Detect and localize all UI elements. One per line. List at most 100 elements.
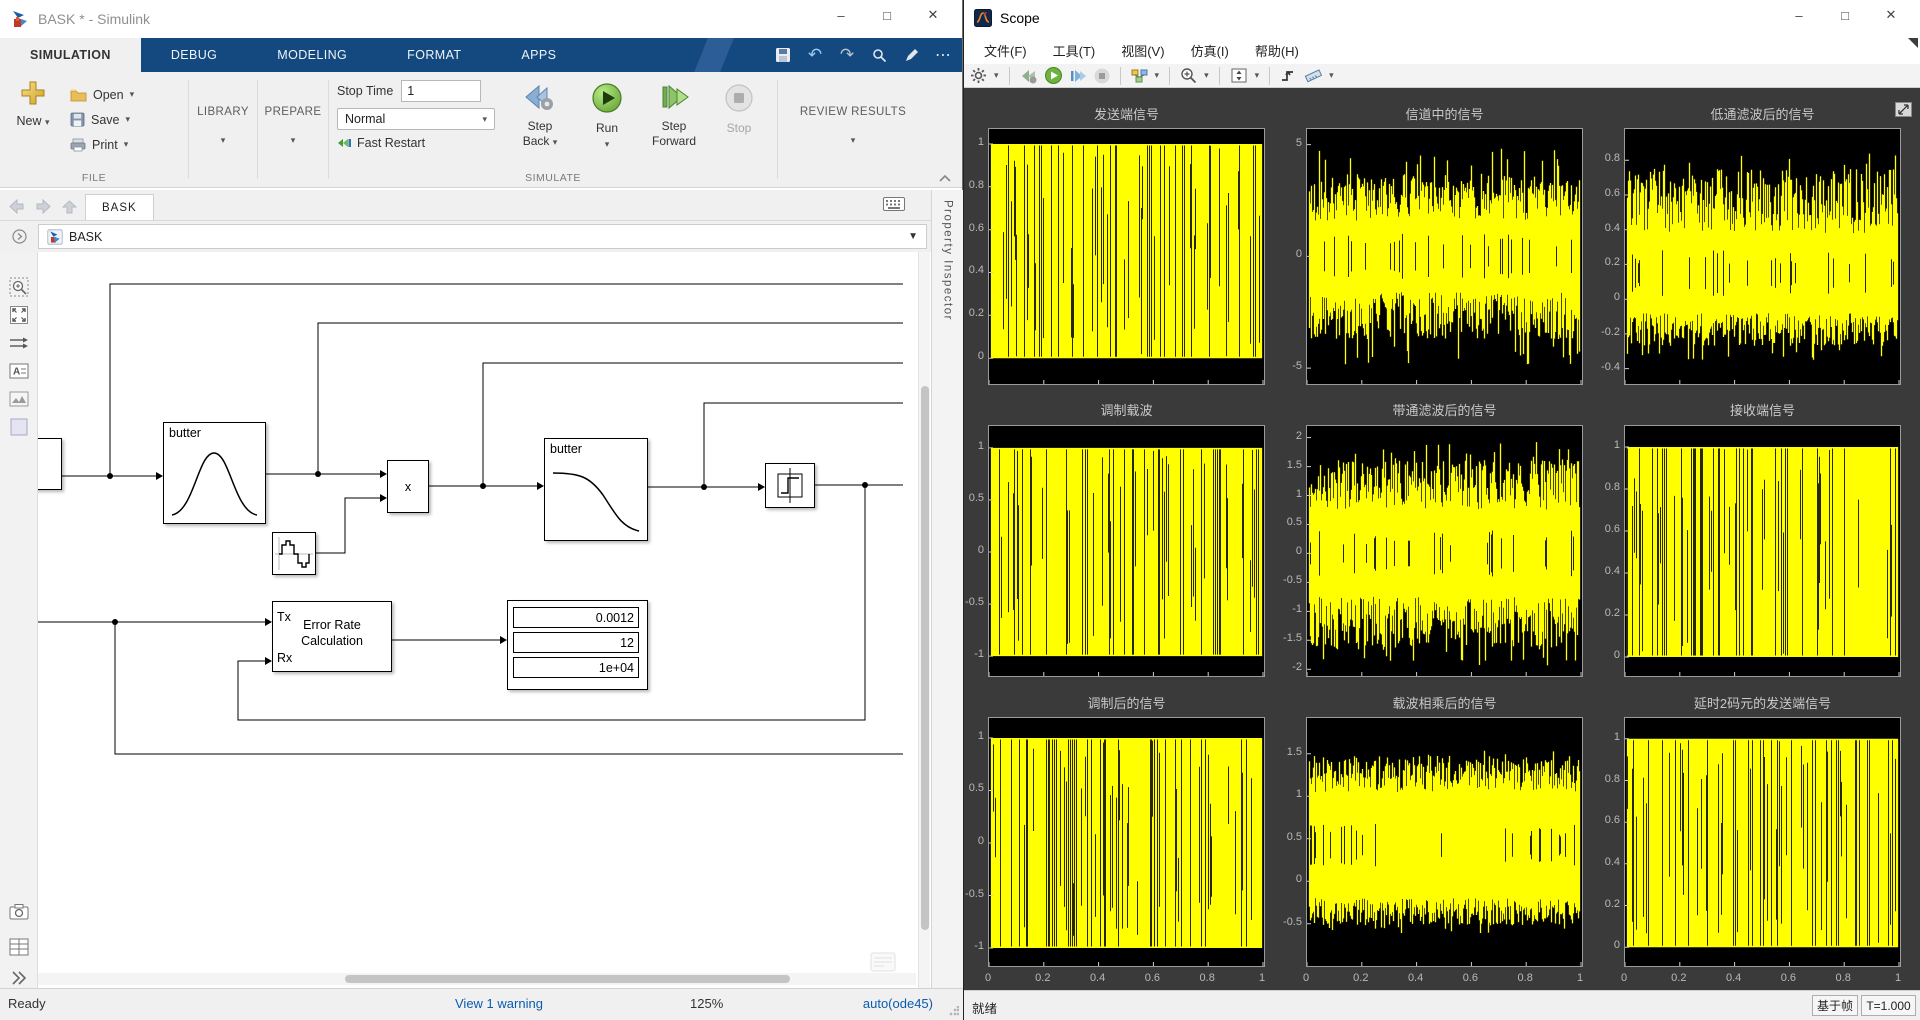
status-solver-link[interactable]: auto(ode45): [863, 996, 933, 1011]
settings-gear-icon[interactable]: [970, 67, 987, 85]
plot-axes[interactable]: [988, 128, 1265, 385]
maximize-button[interactable]: □: [864, 0, 910, 30]
plot-axes[interactable]: [1306, 425, 1583, 677]
chevron-down-icon[interactable]: ▾: [1255, 70, 1260, 81]
image-icon[interactable]: [9, 389, 29, 409]
undo-icon[interactable]: ↶: [806, 45, 824, 64]
screenshot-icon[interactable]: [9, 902, 29, 922]
nav-up-icon[interactable]: [62, 199, 77, 214]
canvas-vertical-scrollbar[interactable]: [918, 252, 930, 988]
new-button[interactable]: New ▾: [6, 80, 60, 128]
model-canvas[interactable]: butter x butter Tx Rx Error Rate Calcula…: [38, 252, 931, 988]
menu-simulation[interactable]: 仿真(I): [1179, 38, 1241, 63]
plot-axes[interactable]: [988, 425, 1265, 677]
chevron-down-icon[interactable]: ▾: [1204, 70, 1209, 81]
display-block[interactable]: 0.0012 12 1e+04: [507, 600, 648, 690]
expand-palette-icon[interactable]: [9, 968, 29, 988]
breadcrumb[interactable]: BASK ▼: [38, 224, 927, 249]
chevron-down-icon[interactable]: ▾: [1155, 70, 1160, 81]
library-label: LIBRARY: [197, 106, 249, 118]
tab-modeling[interactable]: MODELING: [247, 38, 377, 72]
plot-axes[interactable]: [1306, 128, 1583, 385]
resize-grip[interactable]: [949, 1006, 959, 1016]
fast-restart-toggle[interactable]: Fast Restart: [337, 136, 495, 150]
zoom-in-icon[interactable]: [1180, 67, 1197, 85]
menu-file[interactable]: 文件(F): [972, 38, 1039, 63]
trigger-icon[interactable]: [1280, 67, 1297, 85]
scope-step-back-icon[interactable]: [1020, 67, 1038, 85]
tab-simulation[interactable]: SIMULATION: [0, 38, 141, 72]
model-browser-toggle-icon[interactable]: [0, 229, 38, 244]
menu-view[interactable]: 视图(V): [1109, 38, 1176, 63]
annotation-icon[interactable]: A: [9, 361, 29, 381]
annotation-pen-icon[interactable]: [902, 46, 920, 64]
data-table-icon[interactable]: [9, 937, 29, 957]
lowpass-filter-block[interactable]: butter: [544, 438, 648, 541]
product-block[interactable]: x: [387, 460, 429, 513]
plot-axes[interactable]: [1624, 425, 1901, 677]
search-icon[interactable]: [870, 46, 888, 64]
scope-run-icon[interactable]: [1044, 67, 1062, 85]
document-tab-bask[interactable]: BASK: [85, 194, 154, 220]
run-button[interactable]: Run ▾: [583, 82, 631, 151]
redo-icon[interactable]: ↷: [838, 45, 856, 64]
chevron-down-icon[interactable]: ▾: [994, 70, 999, 81]
scope-step-forward-icon[interactable]: [1069, 67, 1087, 85]
plot-axes[interactable]: [988, 717, 1265, 967]
signal-lines-icon[interactable]: [9, 333, 29, 353]
zoom-region-icon[interactable]: [9, 277, 29, 297]
plot-axes[interactable]: [1306, 717, 1583, 967]
measurements-ruler-icon[interactable]: [1304, 67, 1323, 85]
fit-to-view-icon[interactable]: [9, 305, 29, 325]
breadcrumb-caret-icon[interactable]: ▼: [908, 231, 918, 242]
tab-format[interactable]: FORMAT: [377, 38, 491, 72]
autoscale-axes-icon[interactable]: [1230, 67, 1248, 85]
review-results-group[interactable]: REVIEW RESULTS ▾: [778, 72, 928, 187]
step-forward-button[interactable]: Step Forward: [643, 82, 705, 151]
area-box-icon[interactable]: [9, 417, 29, 437]
open-button[interactable]: Open ▾: [70, 82, 134, 107]
error-rate-calculation-block[interactable]: Tx Rx Error Rate Calculation: [272, 601, 392, 672]
y-tick-label: 0.4: [1604, 221, 1620, 234]
nav-forward-icon[interactable]: [35, 199, 52, 214]
tab-debug[interactable]: DEBUG: [141, 38, 247, 72]
maximize-button[interactable]: □: [1822, 0, 1868, 30]
close-button[interactable]: ✕: [910, 0, 956, 30]
plot-axes[interactable]: [1624, 717, 1901, 967]
bandpass-filter-block[interactable]: butter: [163, 422, 266, 524]
y-tick-label: -2: [1292, 661, 1302, 674]
relay-block[interactable]: [765, 463, 815, 508]
prepare-group[interactable]: PREPARE ▾: [258, 72, 328, 187]
simulink-titlebar: BASK * - Simulink – □ ✕: [0, 0, 962, 38]
menu-help[interactable]: 帮助(H): [1243, 38, 1311, 63]
close-button[interactable]: ✕: [1868, 0, 1914, 30]
save-button[interactable]: Save ▾: [70, 107, 134, 132]
nav-back-icon[interactable]: [8, 199, 25, 214]
tab-apps[interactable]: APPS: [491, 38, 586, 72]
plot-axes[interactable]: [1624, 128, 1901, 385]
step-back-button[interactable]: Step Back ▾: [509, 82, 571, 151]
status-warning-link[interactable]: View 1 warning: [455, 996, 543, 1011]
menu-tools[interactable]: 工具(T): [1041, 38, 1108, 63]
dock-arrow-icon[interactable]: [1908, 38, 1918, 48]
source-block-partial[interactable]: [38, 438, 62, 490]
print-button[interactable]: Print ▾: [70, 132, 134, 157]
ribbon-tab-bar: SIMULATION DEBUG MODELING FORMAT APPS ↶ …: [0, 38, 962, 72]
save-icon[interactable]: [774, 46, 792, 64]
y-tick-label: -1: [974, 648, 984, 661]
scope-stop-icon[interactable]: [1094, 67, 1110, 85]
minimize-button[interactable]: –: [818, 0, 864, 30]
chevron-down-icon[interactable]: ▾: [1329, 70, 1334, 81]
keyboard-icon[interactable]: [883, 197, 905, 211]
stop-time-input[interactable]: 1: [401, 80, 482, 102]
more-options-icon[interactable]: ⋯: [934, 46, 952, 64]
y-tick-label: -1: [1292, 603, 1302, 616]
stop-button: Stop: [717, 82, 761, 151]
minimize-button[interactable]: –: [1776, 0, 1822, 30]
sine-wave-block[interactable]: [272, 532, 316, 575]
library-group[interactable]: LIBRARY ▾: [189, 72, 257, 187]
layout-style-icon[interactable]: [1131, 67, 1148, 85]
chevron-down-icon: ▾: [125, 114, 131, 124]
sim-mode-select[interactable]: Normal ▾: [337, 108, 495, 130]
canvas-horizontal-scrollbar[interactable]: [38, 973, 916, 985]
